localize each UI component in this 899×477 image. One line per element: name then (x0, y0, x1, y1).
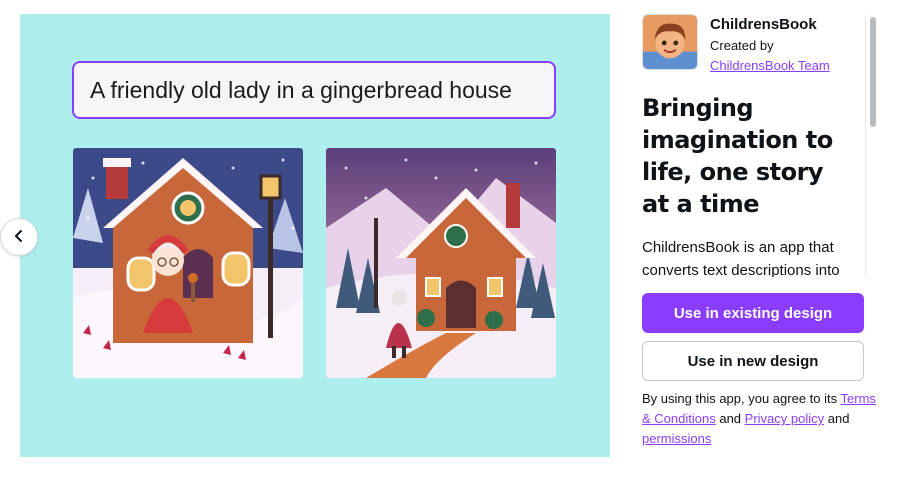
chevron-left-icon (12, 228, 26, 247)
app-description: ChildrensBook is an app that converts te… (642, 239, 840, 277)
app-icon (642, 14, 698, 70)
preview-image-1 (73, 148, 303, 378)
app-details-panel: ChildrensBook Created by ChildrensBook T… (630, 0, 899, 477)
prompt-example: A friendly old lady in a gingerbread hou… (72, 61, 556, 119)
scrollbar-thumb[interactable] (870, 17, 876, 127)
use-in-new-design-button[interactable]: Use in new design (642, 341, 864, 381)
use-in-existing-design-button[interactable]: Use in existing design (642, 293, 864, 333)
terms-and-1: and (719, 411, 742, 426)
app-headline: Bringing imagination to life, one story … (642, 94, 833, 218)
scrollbar[interactable] (865, 14, 879, 277)
prompt-text: A friendly old lady in a gingerbread hou… (90, 76, 512, 103)
preview-image-2 (326, 148, 556, 378)
terms-notice: By using this app, you agree to its Term… (642, 389, 877, 449)
app-preview: A friendly old lady in a gingerbread hou… (20, 14, 610, 457)
description-container: ChildrensBook is an app that converts te… (642, 236, 864, 277)
privacy-link[interactable]: Privacy policy (745, 411, 824, 426)
permissions-link[interactable]: permissions (642, 431, 711, 446)
app-name: ChildrensBook (710, 16, 817, 33)
terms-and-2: and (827, 411, 850, 426)
previous-button[interactable] (0, 218, 38, 256)
creator-link[interactable]: ChildrensBook Team (710, 58, 830, 73)
terms-prefix: By using this app, you agree to its (642, 391, 838, 406)
created-by-label: Created by (710, 38, 774, 53)
